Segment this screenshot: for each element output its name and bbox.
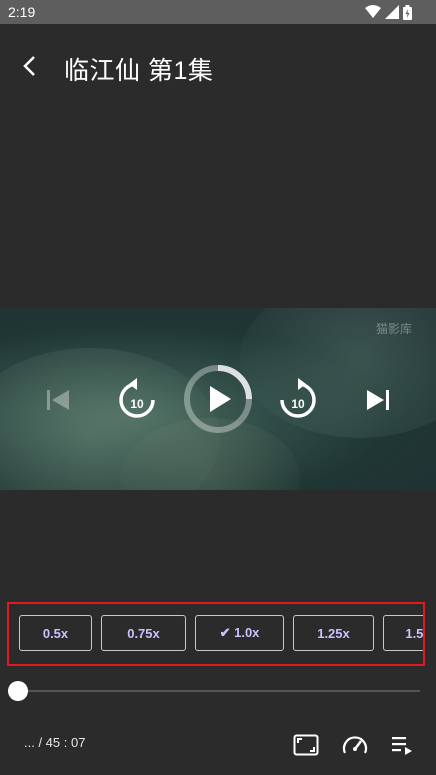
time-display: ... / 45 : 07	[24, 735, 86, 750]
status-bar: 2:19	[0, 0, 436, 24]
speed-icon	[342, 736, 368, 754]
play-button[interactable]	[183, 364, 253, 434]
rewind-button[interactable]: 10	[115, 378, 159, 422]
speed-option-0.75x[interactable]: 0.75x	[101, 615, 186, 651]
back-button[interactable]	[14, 51, 44, 81]
skip-next-icon	[367, 390, 389, 410]
rewind-label: 10	[130, 397, 144, 411]
speed-option-1.25x[interactable]: 1.25x	[293, 615, 374, 651]
video-player[interactable]: 猫影库 10 10	[0, 308, 436, 490]
rewind-10-icon: 10	[119, 378, 155, 418]
speed-option-1.5x[interactable]: 1.5x	[383, 615, 423, 651]
next-button[interactable]	[360, 382, 396, 418]
back-arrow-icon	[23, 56, 35, 76]
playlist-button[interactable]	[389, 731, 417, 759]
previous-button[interactable]	[40, 382, 76, 418]
fullscreen-button[interactable]	[292, 731, 320, 759]
playlist-icon	[392, 737, 412, 755]
wifi-icon	[365, 5, 381, 18]
forward-10-icon: 10	[280, 378, 316, 418]
skip-previous-icon	[47, 390, 69, 410]
battery-icon	[403, 4, 412, 20]
playback-speed-button[interactable]	[341, 731, 369, 759]
seek-bar[interactable]	[18, 690, 420, 692]
fullscreen-icon	[293, 734, 319, 756]
page-title: 临江仙 第1集	[64, 57, 214, 85]
video-watermark: 猫影库	[375, 322, 412, 336]
forward-button[interactable]: 10	[276, 378, 320, 422]
speed-option-0.5x[interactable]: 0.5x	[19, 615, 92, 651]
signal-icon	[385, 5, 399, 19]
play-icon	[184, 365, 252, 433]
status-icons	[365, 4, 412, 20]
forward-label: 10	[291, 397, 305, 411]
speed-options-row: 0.5x 0.75x ✔ 1.0x 1.25x 1.5x	[19, 615, 423, 651]
app-header: 临江仙 第1集	[0, 24, 436, 108]
seek-thumb[interactable]	[8, 681, 28, 701]
speed-selector: 0.5x 0.75x ✔ 1.0x 1.25x 1.5x	[7, 602, 425, 666]
status-time: 2:19	[8, 4, 36, 20]
speed-option-1.0x[interactable]: ✔ 1.0x	[195, 615, 284, 651]
